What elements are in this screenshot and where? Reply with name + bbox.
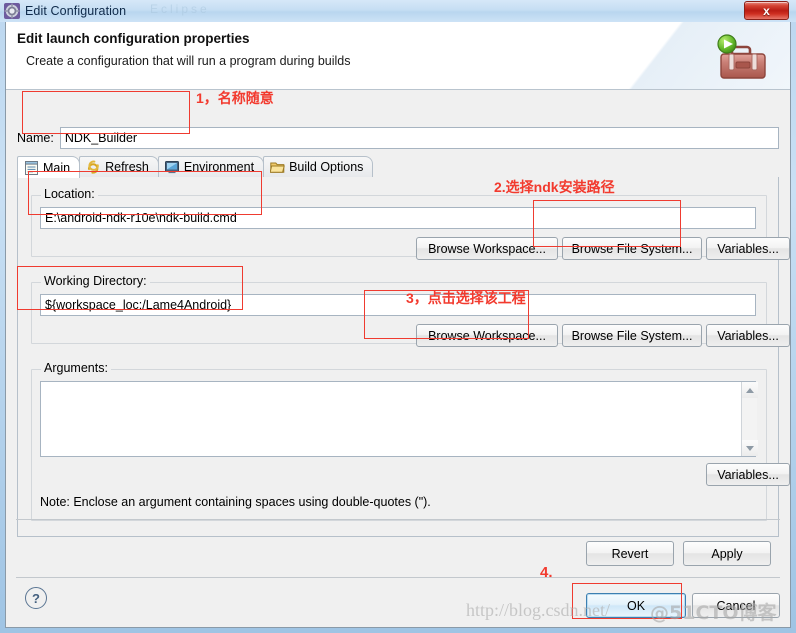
location-input[interactable] xyxy=(40,207,756,229)
revert-button[interactable]: Revert xyxy=(586,541,674,566)
location-label: Location: xyxy=(41,187,98,201)
tabstrip: Main Refresh Environment Build Options xyxy=(17,156,779,178)
close-icon[interactable]: x xyxy=(744,1,789,20)
refresh-icon xyxy=(86,160,101,174)
tab-main[interactable]: Main xyxy=(17,156,81,178)
scroll-up-icon[interactable] xyxy=(742,382,758,398)
working-directory-label: Working Directory: xyxy=(41,274,150,288)
tab-page-main: Location: Browse Workspace... Browse Fil… xyxy=(17,177,790,537)
document-icon xyxy=(24,160,39,175)
ok-button[interactable]: OK xyxy=(586,593,686,618)
cancel-button[interactable]: Cancel xyxy=(692,593,780,618)
scroll-down-icon[interactable] xyxy=(742,440,758,456)
window-titlebar: Edit Configuration Eclipse x xyxy=(0,0,796,22)
name-input[interactable] xyxy=(59,127,779,149)
tab-build-options-label: Build Options xyxy=(289,160,364,174)
tab-main-label: Main xyxy=(43,160,71,175)
help-icon[interactable]: ? xyxy=(25,587,47,609)
tab-environment-label: Environment xyxy=(183,160,255,174)
working-directory-group: Working Directory: Browse Workspace... B… xyxy=(31,274,790,347)
page-title: Edit launch configuration properties xyxy=(17,31,250,46)
location-browse-workspace-button[interactable]: Browse Workspace... xyxy=(416,237,558,260)
dialog-content: Name: Main xyxy=(17,98,790,538)
window-title: Edit Configuration xyxy=(25,4,127,18)
tab-refresh-label: Refresh xyxy=(105,160,149,174)
edit-configuration-dialog: Edit launch configuration properties Cre… xyxy=(5,22,791,628)
folder-icon xyxy=(269,160,285,174)
gear-icon xyxy=(4,3,20,19)
arguments-label: Arguments: xyxy=(41,361,111,375)
apply-button[interactable]: Apply xyxy=(683,541,771,566)
tab-refresh[interactable]: Refresh xyxy=(79,156,159,177)
name-label: Name: xyxy=(17,131,54,145)
working-directory-input[interactable] xyxy=(40,294,756,316)
location-group: Location: Browse Workspace... Browse Fil… xyxy=(31,187,790,260)
workdir-variables-button[interactable]: Variables... xyxy=(706,324,790,347)
location-variables-button[interactable]: Variables... xyxy=(706,237,790,260)
toolbox-run-icon xyxy=(710,32,772,84)
name-row: Name: xyxy=(17,126,779,150)
arguments-note: Note: Enclose an argument containing spa… xyxy=(40,495,431,509)
arguments-variables-button[interactable]: Variables... xyxy=(706,463,790,486)
workdir-browse-workspace-button[interactable]: Browse Workspace... xyxy=(416,324,558,347)
arguments-scrollbar[interactable] xyxy=(741,382,758,456)
arguments-textarea[interactable] xyxy=(40,381,756,457)
tab-environment[interactable]: Environment xyxy=(157,156,265,177)
window-ghost-title: Eclipse xyxy=(150,2,210,16)
divider-lower xyxy=(16,577,780,578)
location-browse-file-system-button[interactable]: Browse File System... xyxy=(562,237,702,260)
workdir-browse-file-system-button[interactable]: Browse File System... xyxy=(562,324,702,347)
page-subtitle: Create a configuration that will run a p… xyxy=(26,54,351,68)
arguments-group: Arguments: Variables... Note: Enclose an… xyxy=(31,361,790,521)
divider-upper xyxy=(16,519,780,520)
dialog-header: Edit launch configuration properties Cre… xyxy=(6,22,790,90)
environment-icon xyxy=(164,160,180,174)
tab-build-options[interactable]: Build Options xyxy=(263,156,374,177)
